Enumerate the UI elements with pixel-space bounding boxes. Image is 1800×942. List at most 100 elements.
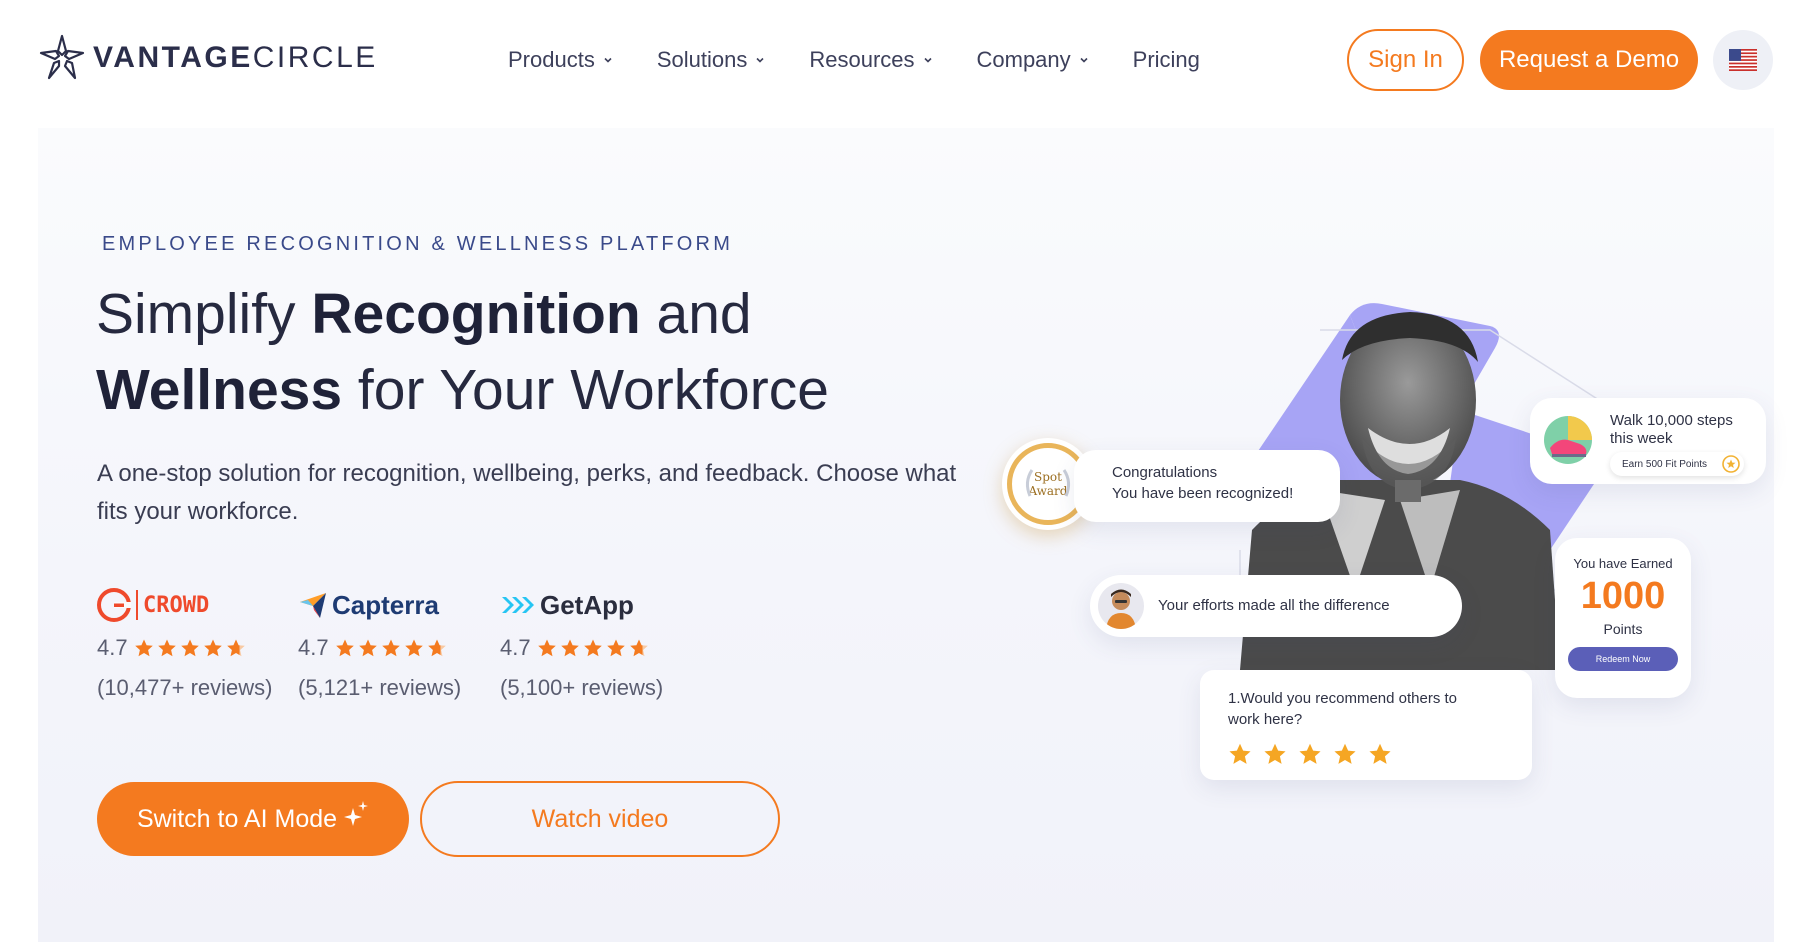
main-menu: Products Solutions Resources Company Pri… xyxy=(508,47,1244,73)
hero-headline: Simplify Recognition and Wellness for Yo… xyxy=(96,276,829,428)
g2-crowd-logo: CROWD xyxy=(97,585,272,625)
star-rating xyxy=(134,638,249,658)
star-icon xyxy=(157,639,176,657)
capterra-logo: Capterra xyxy=(298,585,461,625)
survey-star-icon[interactable] xyxy=(1333,742,1357,766)
congrats-title: Congratulations xyxy=(1112,464,1218,481)
sign-in-button[interactable]: Sign In xyxy=(1347,29,1464,91)
g2-icon xyxy=(97,588,131,622)
star-icon xyxy=(629,639,648,657)
rating-score: 4.7 xyxy=(97,635,128,660)
survey-star-icon[interactable] xyxy=(1263,742,1287,766)
points-earned-card: You have Earned 1000 Points Redeem Now xyxy=(1555,538,1691,698)
star-icon xyxy=(134,639,153,657)
survey-card: 1.Would you recommend others to work her… xyxy=(1200,670,1532,780)
getapp-logo: GetApp xyxy=(500,585,663,625)
nav-item-label: Resources xyxy=(809,47,915,72)
vantage-circle-logo[interactable]: VANTAGECIRCLE xyxy=(37,33,378,83)
chevron-down-icon xyxy=(756,57,764,63)
star-icon xyxy=(427,639,446,657)
survey-star-icon[interactable] xyxy=(1228,742,1252,766)
rating-score: 4.7 xyxy=(298,635,329,660)
laurel-icon xyxy=(1025,469,1071,497)
survey-question: 1.Would you recommend others to xyxy=(1228,690,1458,707)
headline-text: Simplify xyxy=(96,282,312,346)
star-icon xyxy=(583,639,602,657)
locale-selector[interactable] xyxy=(1713,30,1773,90)
logo-wordmark: VANTAGECIRCLE xyxy=(93,41,378,74)
hero-subtext: A one-stop solution for recognition, wel… xyxy=(97,460,957,525)
avatar xyxy=(1098,583,1144,629)
headline-bold: Recognition xyxy=(311,282,641,346)
getapp-chevrons-icon xyxy=(502,597,534,613)
capterra-arrow-icon xyxy=(300,593,326,618)
review-count: (10,477+ reviews) xyxy=(97,675,273,700)
nav-item-label: Company xyxy=(976,47,1071,72)
hero-illustration: Spot Award Congratulations You have been… xyxy=(990,290,1800,810)
star-rating xyxy=(335,638,450,658)
star-icon xyxy=(560,639,579,657)
nav-item-label: Pricing xyxy=(1132,47,1200,72)
sneaker-icon xyxy=(1544,416,1592,464)
nav-item-solutions[interactable]: Solutions xyxy=(657,47,766,73)
nav-item-products[interactable]: Products xyxy=(508,47,613,73)
star-icon xyxy=(381,639,400,657)
earned-label: You have Earned xyxy=(1573,556,1673,571)
rating-capterra[interactable]: Capterra 4.7 (5,121+ reviews) xyxy=(298,585,461,701)
star-icon xyxy=(203,639,222,657)
survey-star-icon[interactable] xyxy=(1298,742,1322,766)
recognition-card: Congratulations You have been recognized… xyxy=(1074,450,1340,522)
hero-eyebrow: EMPLOYEE RECOGNITION & WELLNESS PLATFORM xyxy=(102,233,734,255)
survey-star-rating[interactable] xyxy=(1228,742,1403,766)
walk-title: Walk 10,000 steps xyxy=(1610,412,1733,429)
earned-unit: Points xyxy=(1603,621,1643,637)
nav-item-company[interactable]: Company xyxy=(977,47,1089,73)
star-icon xyxy=(537,639,556,657)
rating-getapp[interactable]: GetApp 4.7 (5,100+ reviews) xyxy=(500,585,663,701)
headline-text: for Your Workforce xyxy=(342,358,829,422)
star-icon xyxy=(180,639,199,657)
redeem-now-button[interactable]: Redeem Now xyxy=(1568,647,1678,671)
coin-star-icon xyxy=(1722,455,1740,473)
nav-item-pricing[interactable]: Pricing xyxy=(1133,47,1200,73)
congrats-subtitle: You have been recognized! xyxy=(1112,485,1294,502)
wellness-challenge-card: Walk 10,000 steps this week Earn 500 Fit… xyxy=(1530,398,1766,484)
earned-value: 1000 xyxy=(1580,575,1666,617)
request-demo-button[interactable]: Request a Demo xyxy=(1480,30,1698,90)
switch-ai-mode-button[interactable]: Switch to AI Mode xyxy=(97,782,409,856)
nav-item-label: Products xyxy=(508,47,595,72)
chevron-down-icon xyxy=(923,57,932,63)
logo-star-icon xyxy=(39,34,85,80)
headline-text: and xyxy=(640,282,752,346)
rating-score: 4.7 xyxy=(500,635,531,660)
review-count: (5,100+ reviews) xyxy=(500,675,664,700)
chevron-down-icon xyxy=(1080,57,1088,63)
star-icon xyxy=(226,639,245,657)
top-navbar: VANTAGECIRCLE Products Solutions Resourc… xyxy=(0,0,1800,122)
star-icon xyxy=(404,639,423,657)
watch-video-button[interactable]: Watch video xyxy=(420,781,780,857)
getapp-brand-text: GetApp xyxy=(540,589,634,620)
survey-question: work here? xyxy=(1228,711,1303,728)
star-rating xyxy=(537,638,652,658)
rating-g2[interactable]: CROWD 4.7 (10,477+ reviews) xyxy=(97,585,272,701)
nav-item-resources[interactable]: Resources xyxy=(809,47,932,73)
walk-subtitle: this week xyxy=(1610,430,1673,447)
us-flag-icon xyxy=(1729,49,1757,71)
star-icon xyxy=(335,639,354,657)
ai-button-label: Switch to AI Mode xyxy=(136,804,338,833)
fit-points-text: Earn 500 Fit Points xyxy=(1622,458,1708,470)
sparkle-icon xyxy=(344,801,369,826)
efforts-text: Your efforts made all the difference xyxy=(1158,597,1390,614)
headline-bold: Wellness xyxy=(96,358,343,422)
survey-star-icon[interactable] xyxy=(1368,742,1392,766)
star-icon xyxy=(606,639,625,657)
capterra-brand-text: Capterra xyxy=(332,589,439,620)
review-count: (5,121+ reviews) xyxy=(298,675,462,700)
g2-brand-text: CROWD xyxy=(143,592,210,618)
fit-points-chip: Earn 500 Fit Points xyxy=(1610,452,1744,476)
nav-item-label: Solutions xyxy=(656,47,748,72)
star-icon xyxy=(358,639,377,657)
feedback-card: Your efforts made all the difference xyxy=(1090,575,1462,637)
chevron-down-icon xyxy=(604,57,612,63)
